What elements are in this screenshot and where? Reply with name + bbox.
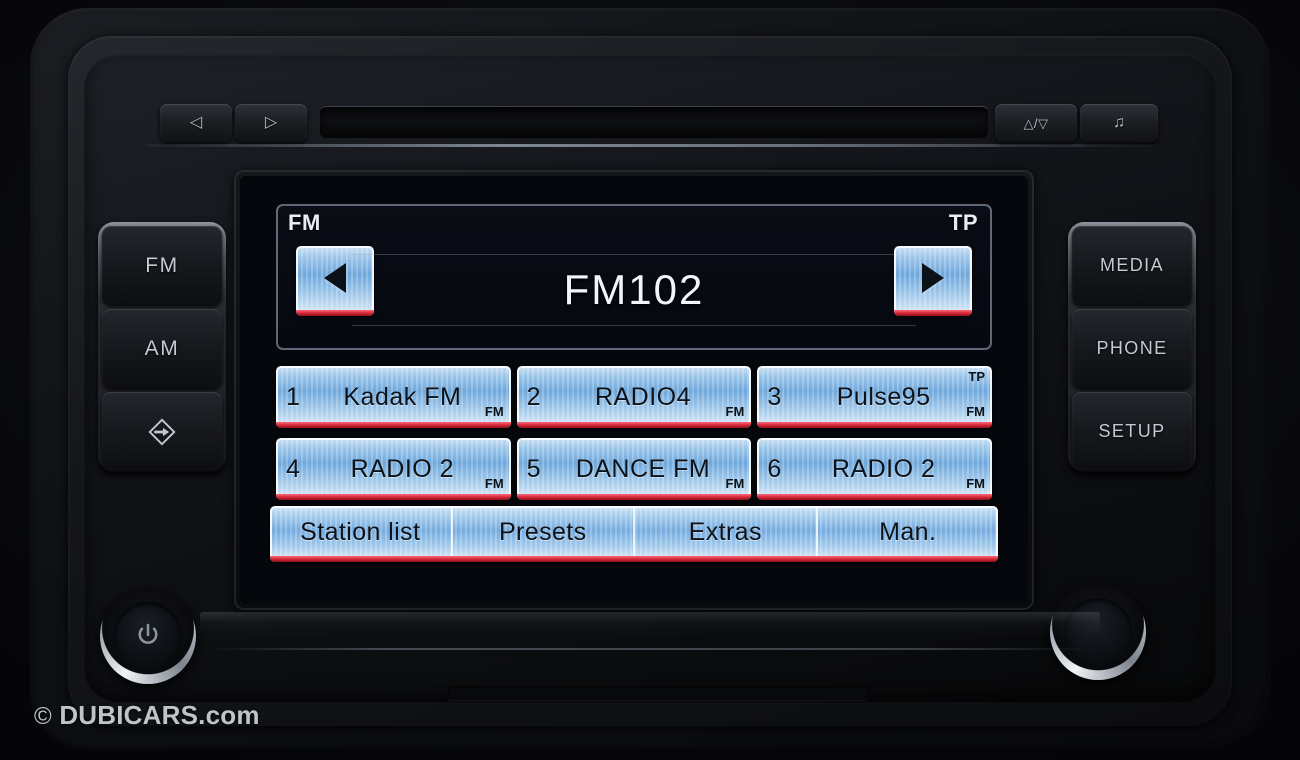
preset-station-name: RADIO 2 [350,454,455,483]
preset-band-badge: FM [966,476,985,491]
media-source-button[interactable]: ♫ [1080,104,1158,142]
triangle-left-icon [324,263,346,293]
left-button-cluster: FM AM [98,222,226,472]
preset-band-badge: FM [484,476,504,491]
tune-select-knob[interactable] [1050,584,1146,680]
preset-station-name: RADIO 2 [831,454,936,483]
frequency-display: FM102 [563,266,705,313]
copyright-icon: © [34,703,52,730]
track-next-button[interactable]: ▷ [235,104,307,142]
preset-button-1[interactable]: 1 Kadak FM FM [276,366,511,428]
menu-item-label: Man. [879,517,937,546]
preset-button-4[interactable]: 4 RADIO 2 FM [276,438,511,500]
menu-item-label: Station list [300,517,421,546]
menu-item-label: Extras [688,517,762,546]
lcd-screen[interactable]: FM TP FM102 1 Kadak FM FM 2 RADIO4 FM 3 … [240,176,1028,604]
am-band-button[interactable]: AM [102,309,222,388]
preset-number: 2 [526,382,541,411]
preset-station-name: DANCE FM [575,454,711,483]
preset-station-name: Pulse95 [836,382,931,411]
media-button[interactable]: MEDIA [1072,226,1192,305]
preset-button-2[interactable]: 2 RADIO4 FM [516,366,752,428]
bottom-menu-bar: Station list Presets Extras Man. [270,506,998,562]
preset-number: 1 [286,382,300,411]
preset-number: 5 [526,454,541,483]
watermark-text: DUBICARS.com [59,700,260,730]
menu-item-manual[interactable]: Man. [818,506,999,562]
triangle-right-icon [922,263,944,293]
preset-number: 4 [286,454,300,483]
display-bezel: FM TP FM102 1 Kadak FM FM 2 RADIO4 FM 3 … [234,170,1034,610]
preset-grid: 1 Kadak FM FM 2 RADIO4 FM 3 Pulse95 TP F… [276,366,992,500]
up-down-triangle-icon: △/▽ [1023,115,1049,131]
eject-load-button[interactable]: △/▽ [995,104,1077,142]
fm-band-button[interactable]: FM [102,226,222,305]
preset-button-5[interactable]: 5 DANCE FM FM [516,438,752,500]
cd-slot-trim-line [146,144,1154,147]
setup-label: SETUP [1098,421,1166,441]
preset-tp-badge: TP [968,369,985,384]
preset-band-badge: FM [725,476,745,491]
track-previous-button[interactable]: ◁ [160,104,232,142]
preset-number: 3 [767,382,782,411]
preset-band-badge: FM [484,404,504,419]
fascia-slot [448,686,868,700]
traffic-announce-button[interactable] [102,392,222,471]
power-icon [138,623,158,644]
seek-up-button[interactable] [894,246,972,316]
triangle-left-icon: ◁ [189,114,203,131]
right-button-cluster: MEDIA PHONE SETUP [1068,222,1196,472]
setup-button[interactable]: SETUP [1072,392,1192,471]
fm-band-label: FM [145,253,179,277]
traffic-program-indicator: TP [948,210,978,235]
menu-item-station-list[interactable]: Station list [270,506,453,562]
preset-band-badge: FM [966,404,985,419]
preset-station-name: Kadak FM [343,382,462,411]
cd-slot[interactable] [320,106,988,138]
frequency-rail: FM102 [352,254,916,326]
band-indicator: FM [288,210,321,235]
media-label: MEDIA [1099,255,1164,275]
am-band-label: AM [144,336,180,360]
preset-station-name: RADIO4 [594,382,692,411]
preset-button-6[interactable]: 6 RADIO 2 FM [757,438,992,500]
dashboard-backdrop: ◁ ▷ △/▽ ♫ FM AM MEDIA PHONE SETUP FM TP … [0,0,1300,760]
arrow-in-diamond-icon [148,417,176,446]
watermark: © DUBICARS.com [34,700,260,731]
menu-item-presets[interactable]: Presets [453,506,635,562]
preset-number: 6 [767,454,782,483]
music-note-icon: ♫ [1113,114,1125,131]
phone-button[interactable]: PHONE [1072,309,1192,388]
preset-band-badge: FM [725,404,745,419]
menu-item-extras[interactable]: Extras [635,506,818,562]
tuner-panel: FM TP FM102 [276,204,992,350]
fascia-seam-line [210,648,1090,650]
power-volume-knob-face [114,602,182,670]
phone-label: PHONE [1096,338,1168,358]
top-button-strip: ◁ ▷ △/▽ ♫ [140,92,1160,154]
menu-item-label: Presets [498,517,587,546]
preset-button-3[interactable]: 3 Pulse95 TP FM [757,366,992,428]
tune-select-knob-face [1064,598,1132,666]
power-volume-knob[interactable] [100,588,196,684]
triangle-right-icon: ▷ [264,114,278,131]
